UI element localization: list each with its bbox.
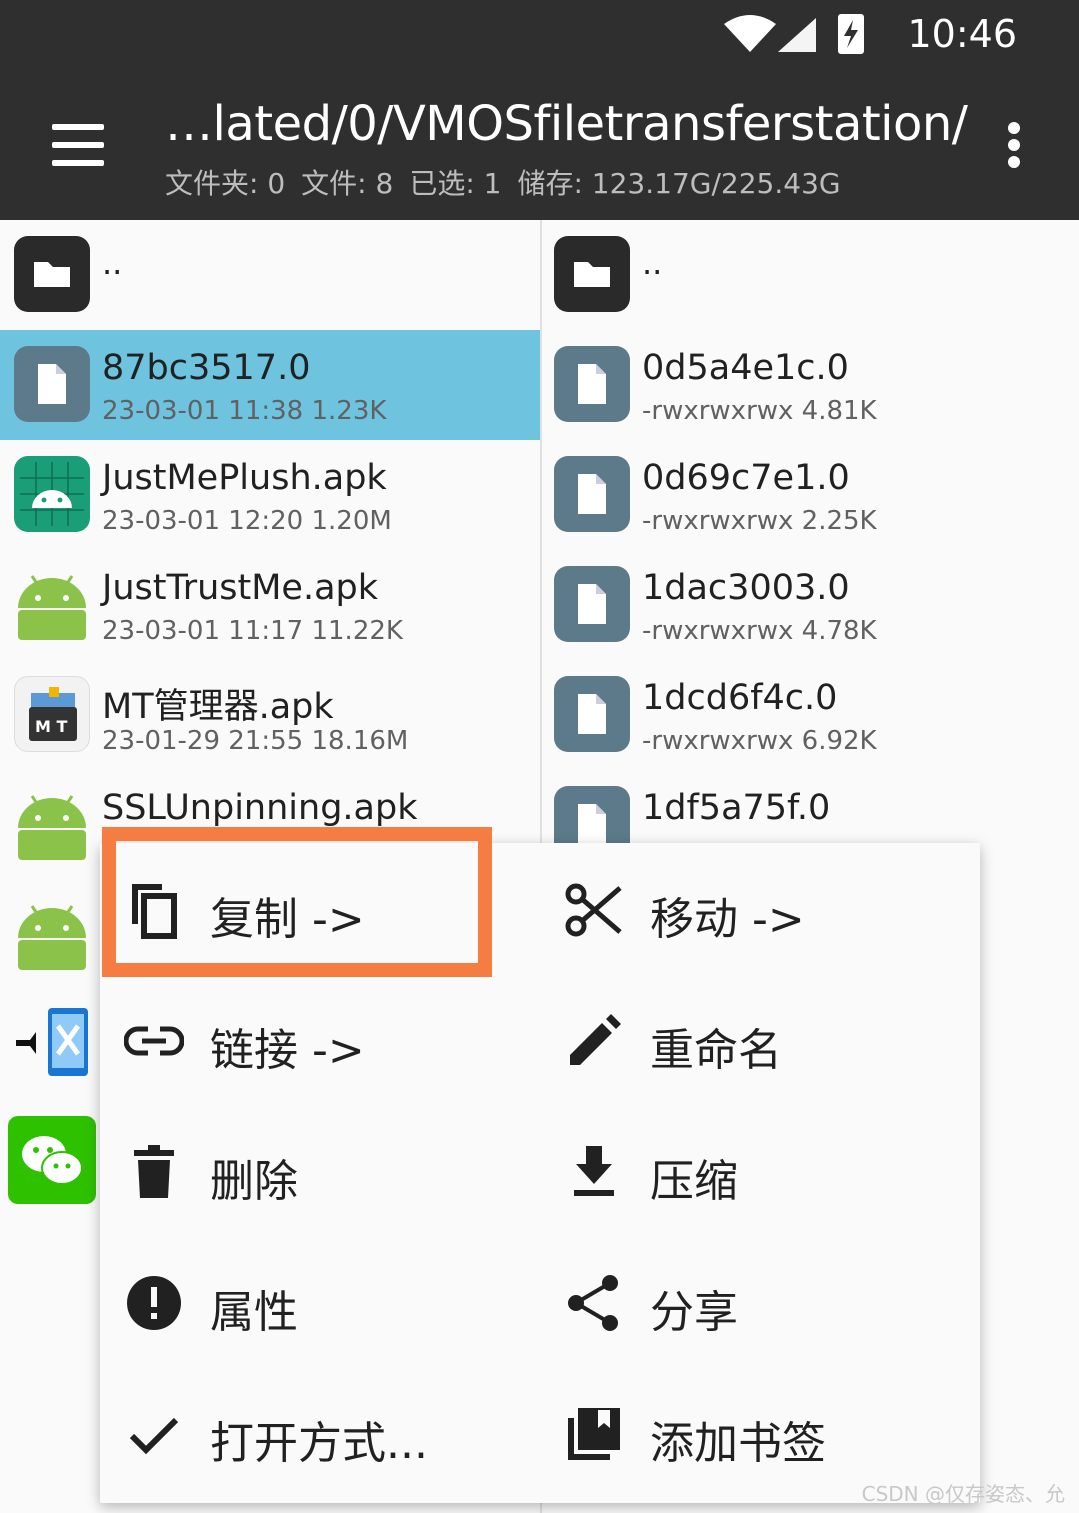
open-with-menu-item[interactable]: 打开方式... (100, 1367, 540, 1498)
share-icon (568, 1275, 618, 1331)
file-meta: 23-03-01 11:38 1.23K (102, 396, 387, 426)
file-name: 1dac3003.0 (642, 568, 850, 608)
info-icon (127, 1276, 181, 1330)
file-icon (14, 346, 90, 422)
folder-count: 文件夹: 0 (165, 167, 286, 200)
compress-label: 压缩 (650, 1156, 738, 1207)
storage-info: 储存: 123.17G/225.43G (517, 167, 841, 200)
android-apk-icon (14, 896, 90, 972)
copy-menu-item[interactable]: 复制 -> (100, 827, 540, 977)
folder-icon (554, 236, 630, 312)
file-row[interactable]: JustMePlush.apk 23-03-01 12:20 1.20M (0, 440, 540, 550)
android-apk-icon (14, 786, 90, 862)
file-meta: -rwxrwxrwx 2.25K (642, 506, 877, 536)
status-icons (720, 10, 870, 58)
properties-menu-item[interactable]: 属性 (100, 1236, 540, 1367)
parent-folder-row[interactable]: .. (0, 220, 540, 330)
share-label: 分享 (650, 1287, 738, 1338)
xposed-app-icon (14, 1006, 90, 1082)
path-title: …lated/0/VMOSfiletransferstation/ (165, 96, 968, 152)
trash-icon (134, 1145, 174, 1198)
watermark: CSDN @仅存姿态、允 (861, 1482, 1065, 1506)
file-meta: -rwxrwxrwx 6.92K (642, 726, 877, 756)
file-meta: 23-03-01 12:20 1.20M (102, 506, 392, 536)
selected-count: 已选: 1 (409, 167, 502, 200)
menu-button[interactable] (44, 118, 112, 178)
status-time: 10:46 (907, 12, 1017, 56)
file-meta: 23-01-29 21:55 18.16M (102, 726, 409, 756)
file-meta: -rwxrwxrwx 4.81K (642, 396, 877, 426)
wifi-icon (724, 15, 776, 52)
delete-label: 删除 (210, 1156, 298, 1207)
file-meta: -rwxrwxrwx 4.78K (642, 616, 877, 646)
compress-menu-item[interactable]: 压缩 (540, 1105, 980, 1236)
file-action-dialog: 复制 -> 移动 -> 链接 -> 重命名 删除 压缩 属性 分享 打开方式..… (100, 827, 980, 1503)
more-vert-icon (1008, 122, 1020, 134)
copy-label: 复制 -> (210, 894, 365, 945)
wechat-app-icon (8, 1116, 96, 1204)
parent-folder-row[interactable]: .. (542, 220, 1079, 330)
link-menu-item[interactable]: 链接 -> (100, 974, 540, 1105)
file-name: 1df5a75f.0 (642, 788, 831, 828)
signal-icon (778, 18, 816, 52)
file-row[interactable]: 1dcd6f4c.0 -rwxrwxrwx 6.92K (542, 660, 1079, 770)
scissors-icon (565, 883, 622, 937)
android-apk-icon (14, 566, 90, 642)
hamburger-icon (52, 124, 104, 130)
file-icon (554, 346, 630, 422)
delete-menu-item[interactable]: 删除 (100, 1105, 540, 1236)
move-menu-item[interactable]: 移动 -> (540, 843, 980, 974)
pencil-icon (570, 1014, 621, 1065)
file-name: 0d5a4e1c.0 (642, 348, 849, 388)
file-row[interactable]: 0d69c7e1.0 -rwxrwxrwx 2.25K (542, 440, 1079, 550)
rename-menu-item[interactable]: 重命名 (540, 974, 980, 1105)
file-name: 0d69c7e1.0 (642, 458, 850, 498)
file-name: SSLUnpinning.apk (102, 788, 418, 828)
properties-label: 属性 (210, 1287, 298, 1338)
file-name: 87bc3517.0 (102, 348, 311, 388)
folder-icon (14, 236, 90, 312)
file-icon (554, 676, 630, 752)
app-bar: …lated/0/VMOSfiletransferstation/ 文件夹: 0… (0, 80, 1079, 220)
rename-label: 重命名 (650, 1025, 782, 1076)
justmeplush-app-icon (14, 456, 90, 532)
bookmark-icon (568, 1408, 620, 1460)
bookmark-label: 添加书签 (650, 1418, 826, 1469)
file-icon (554, 456, 630, 532)
file-name: 1dcd6f4c.0 (642, 678, 838, 718)
checkmark-icon (129, 1417, 179, 1455)
share-menu-item[interactable]: 分享 (540, 1236, 980, 1367)
download-icon (574, 1146, 614, 1196)
file-row[interactable]: M T MT管理器.apk 23-01-29 21:55 18.16M (0, 660, 540, 770)
link-icon (124, 1026, 184, 1056)
file-row[interactable]: 1dac3003.0 -rwxrwxrwx 4.78K (542, 550, 1079, 660)
more-options-button[interactable] (996, 120, 1032, 170)
status-bar: 10:46 (0, 0, 1079, 80)
file-count: 文件: 8 (301, 167, 394, 200)
open-with-label: 打开方式... (210, 1418, 428, 1469)
file-row[interactable]: 87bc3517.0 23-03-01 11:38 1.23K (0, 330, 540, 440)
svg-text:M T: M T (35, 717, 67, 736)
file-name: MT管理器.apk (102, 687, 334, 727)
file-name: JustMePlush.apk (102, 458, 387, 498)
copy-icon (132, 884, 177, 939)
file-name: JustTrustMe.apk (102, 568, 379, 608)
link-label: 链接 -> (210, 1025, 365, 1076)
file-icon (554, 566, 630, 642)
mt-manager-app-icon: M T (14, 676, 90, 752)
move-label: 移动 -> (650, 894, 805, 945)
parent-folder-label: .. (102, 244, 123, 282)
path-info: 文件夹: 0 文件: 8 已选: 1 储存: 123.17G/225.43G (165, 162, 857, 202)
file-meta: 23-03-01 11:17 11.22K (102, 616, 403, 646)
file-row[interactable]: JustTrustMe.apk 23-03-01 11:17 11.22K (0, 550, 540, 660)
file-row[interactable]: 0d5a4e1c.0 -rwxrwxrwx 4.81K (542, 330, 1079, 440)
parent-folder-label: .. (642, 244, 663, 282)
